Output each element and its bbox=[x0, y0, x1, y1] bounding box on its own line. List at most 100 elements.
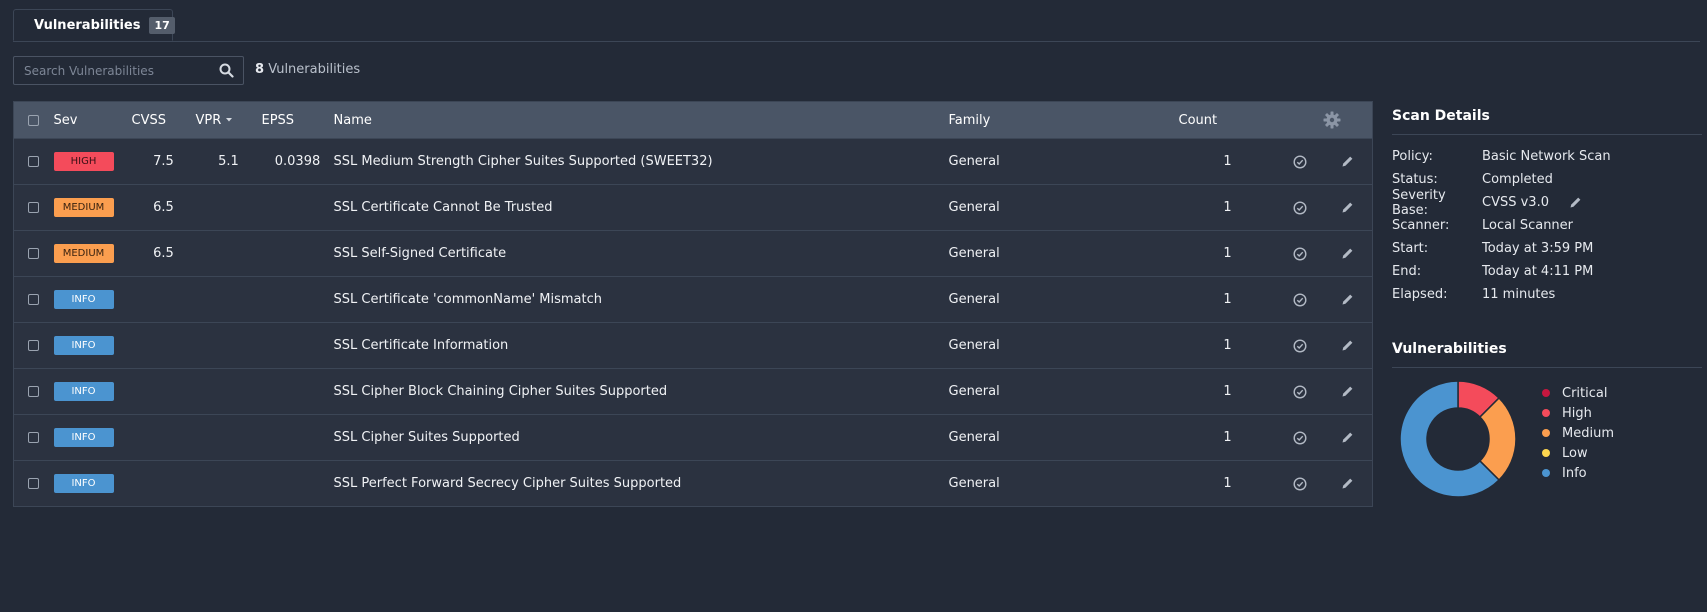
vpr-cell bbox=[196, 369, 262, 415]
row-select-cell bbox=[14, 461, 54, 507]
row-checkbox[interactable] bbox=[28, 340, 39, 351]
epss-cell bbox=[262, 323, 334, 369]
vulnerability-name[interactable]: SSL Certificate Cannot Be Trusted bbox=[334, 185, 949, 231]
cvss-cell bbox=[132, 369, 196, 415]
count-cell: 1 bbox=[1223, 246, 1232, 261]
row-edit-cell bbox=[1323, 139, 1373, 185]
row-checkbox[interactable] bbox=[28, 478, 39, 489]
search-icon[interactable] bbox=[219, 63, 234, 82]
table-header-row: Sev CVSS VPR EPSS Name Family Count bbox=[13, 101, 1373, 139]
vulnerabilities-table: Sev CVSS VPR EPSS Name Family Count HIGH… bbox=[13, 101, 1373, 507]
severity-cell: HIGH bbox=[53, 139, 132, 185]
check-circle-icon[interactable] bbox=[1292, 338, 1307, 353]
severity-cell: INFO bbox=[53, 277, 132, 323]
legend-label: Info bbox=[1562, 465, 1587, 481]
vulnerability-name[interactable]: SSL Cipher Block Chaining Cipher Suites … bbox=[334, 369, 949, 415]
legend-item[interactable]: High bbox=[1542, 403, 1614, 423]
chart-legend: Critical High Medium Low Info bbox=[1542, 383, 1614, 483]
row-checkbox[interactable] bbox=[28, 156, 39, 167]
row-action-cell bbox=[1277, 323, 1323, 369]
detail-label: Status: bbox=[1392, 172, 1438, 187]
family-cell: General bbox=[948, 476, 1000, 491]
pencil-icon[interactable] bbox=[1341, 155, 1354, 168]
check-circle-icon[interactable] bbox=[1292, 154, 1307, 169]
check-circle-icon[interactable] bbox=[1292, 292, 1307, 307]
select-all-cell bbox=[14, 102, 54, 139]
table-row[interactable]: INFO SSL Certificate 'commonName' Mismatc… bbox=[13, 276, 1373, 323]
vulnerabilities-donut-chart bbox=[1399, 380, 1517, 498]
severity-badge: INFO bbox=[53, 336, 114, 355]
vpr-cell: 5.1 bbox=[218, 154, 239, 169]
row-checkbox[interactable] bbox=[28, 248, 39, 259]
table-row[interactable]: MEDIUM 6.5 SSL Self-Signed Certificate Gene… bbox=[13, 230, 1373, 277]
detail-value-wrap: Today at 3:59 PM bbox=[1482, 241, 1593, 256]
pencil-icon[interactable] bbox=[1341, 247, 1354, 260]
col-header-epss[interactable]: EPSS bbox=[262, 102, 334, 139]
check-circle-icon[interactable] bbox=[1292, 384, 1307, 399]
row-edit-cell bbox=[1323, 415, 1373, 461]
legend-dot bbox=[1542, 449, 1550, 457]
row-select-cell bbox=[14, 323, 54, 369]
row-select-cell bbox=[14, 231, 54, 277]
pencil-icon[interactable] bbox=[1341, 339, 1354, 352]
table-row[interactable]: INFO SSL Cipher Suites Supported General 1 bbox=[13, 414, 1373, 461]
legend-label: High bbox=[1562, 405, 1592, 421]
col-header-count[interactable]: Count bbox=[1179, 102, 1277, 139]
pencil-icon[interactable] bbox=[1341, 431, 1354, 444]
pencil-icon[interactable] bbox=[1569, 196, 1582, 209]
col-header-actions bbox=[1277, 102, 1323, 139]
pencil-icon[interactable] bbox=[1341, 385, 1354, 398]
table-row[interactable]: HIGH 7.5 5.1 0.0398 SSL Medium Strength Ciph… bbox=[13, 138, 1373, 185]
row-checkbox[interactable] bbox=[28, 202, 39, 213]
pencil-icon[interactable] bbox=[1341, 477, 1354, 490]
epss-cell bbox=[262, 369, 334, 415]
vulnerability-name[interactable]: SSL Certificate 'commonName' Mismatch bbox=[334, 277, 949, 323]
table-row[interactable]: INFO SSL Certificate Information General 1 bbox=[13, 322, 1373, 369]
vulnerability-name[interactable]: SSL Self-Signed Certificate bbox=[334, 231, 949, 277]
search-input[interactable] bbox=[14, 62, 206, 79]
severity-cell: INFO bbox=[53, 323, 132, 369]
pencil-icon[interactable] bbox=[1341, 201, 1354, 214]
table-row[interactable]: INFO SSL Perfect Forward Secrecy Cipher S… bbox=[13, 460, 1373, 507]
table-row[interactable]: INFO SSL Cipher Block Chaining Cipher Sui… bbox=[13, 368, 1373, 415]
col-header-vpr-cell[interactable]: VPR bbox=[196, 102, 262, 139]
epss-cell bbox=[262, 461, 334, 507]
check-circle-icon[interactable] bbox=[1292, 200, 1307, 215]
check-circle-icon[interactable] bbox=[1292, 430, 1307, 445]
vulnerability-name[interactable]: SSL Perfect Forward Secrecy Cipher Suite… bbox=[334, 461, 949, 507]
row-select-cell bbox=[14, 369, 54, 415]
row-select-cell bbox=[14, 415, 54, 461]
check-circle-icon[interactable] bbox=[1292, 476, 1307, 491]
row-checkbox[interactable] bbox=[28, 432, 39, 443]
severity-badge: MEDIUM bbox=[53, 198, 114, 217]
cvss-cell bbox=[132, 323, 196, 369]
check-circle-icon[interactable] bbox=[1292, 246, 1307, 261]
row-action-cell bbox=[1277, 139, 1323, 185]
row-action-cell bbox=[1277, 185, 1323, 231]
vulnerability-name[interactable]: SSL Certificate Information bbox=[334, 323, 949, 369]
legend-dot bbox=[1542, 469, 1550, 477]
table-row[interactable]: MEDIUM 6.5 SSL Certificate Cannot Be Trust… bbox=[13, 184, 1373, 231]
col-header-cvss[interactable]: CVSS bbox=[132, 102, 196, 139]
legend-item[interactable]: Info bbox=[1542, 463, 1614, 483]
detail-row: Severity Base: CVSS v3.0 bbox=[1392, 188, 1702, 218]
vpr-cell bbox=[196, 277, 262, 323]
vulnerability-name[interactable]: SSL Medium Strength Cipher Suites Suppor… bbox=[334, 139, 949, 185]
pencil-icon[interactable] bbox=[1341, 293, 1354, 306]
col-header-family[interactable]: Family bbox=[949, 102, 1179, 139]
row-checkbox[interactable] bbox=[28, 386, 39, 397]
tab-vulnerabilities[interactable]: Vulnerabilities 17 bbox=[13, 9, 175, 41]
row-edit-cell bbox=[1323, 461, 1373, 507]
detail-label: Elapsed: bbox=[1392, 287, 1448, 302]
legend-item[interactable]: Critical bbox=[1542, 383, 1614, 403]
row-checkbox[interactable] bbox=[28, 294, 39, 305]
legend-item[interactable]: Medium bbox=[1542, 423, 1614, 443]
row-select-cell bbox=[14, 185, 54, 231]
epss-cell bbox=[262, 415, 334, 461]
vulnerability-name[interactable]: SSL Cipher Suites Supported bbox=[334, 415, 949, 461]
select-all-checkbox[interactable] bbox=[28, 114, 39, 126]
col-header-sev[interactable]: Sev bbox=[54, 102, 132, 139]
gear-icon[interactable] bbox=[1323, 111, 1341, 129]
legend-item[interactable]: Low bbox=[1542, 443, 1614, 463]
col-header-name[interactable]: Name bbox=[334, 102, 949, 139]
